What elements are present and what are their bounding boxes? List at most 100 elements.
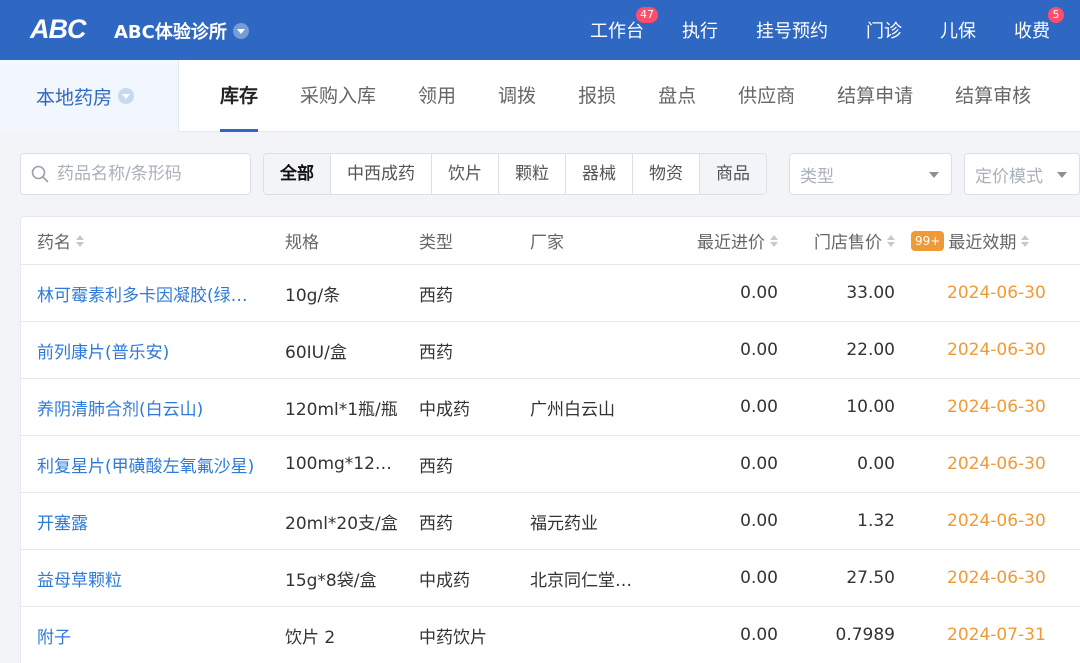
nav-appointment[interactable]: 挂号预约 — [756, 17, 828, 43]
category-chinese-western-medicine[interactable]: 中西成药 — [331, 154, 432, 194]
nav-label: 执行 — [682, 21, 718, 42]
drug-name-link-text: 益母草颗粒 — [37, 570, 122, 591]
cell-type-text: 中药饮片 — [419, 627, 487, 648]
cell-price-text: 33.00 — [846, 283, 895, 303]
cell-spec-text: 60IU/盒 — [285, 342, 347, 363]
sort-icon — [1021, 234, 1030, 247]
tab-loss-report[interactable]: 报损 — [578, 60, 616, 132]
cell-manufacturer — [530, 607, 650, 663]
drug-name-link[interactable]: 林可霉素利多卡因凝胶(绿… — [37, 265, 272, 321]
cell-type: 西药 — [419, 265, 519, 321]
tab-settlement-review[interactable]: 结算审核 — [955, 60, 1031, 132]
table-row[interactable]: 利复星片(甲磺酸左氧氟沙星) 100mg*12… 西药 0.00 0.00 2024-06… — [21, 436, 1080, 493]
cell-price: 22.00 — [791, 322, 895, 378]
tab-requisition[interactable]: 领用 — [418, 60, 456, 132]
nav-workbench[interactable]: 工作台 47 — [590, 7, 658, 43]
category-all[interactable]: 全部 — [264, 154, 331, 194]
cell-type: 西药 — [419, 493, 519, 549]
category-granules[interactable]: 颗粒 — [499, 154, 566, 194]
type-select-placeholder: 类型 — [800, 166, 834, 187]
cell-price: 0.7989 — [791, 607, 895, 663]
table-row[interactable]: 附子 饮片 2 中药饮片 0.00 0.7989 2024-07-31 — [21, 607, 1080, 663]
type-select[interactable]: 类型 — [789, 153, 952, 195]
cell-manufacturer-text: 广州白云山 — [530, 399, 615, 420]
nav-child-care[interactable]: 儿保 — [940, 17, 976, 43]
cell-cost-text: 0.00 — [740, 340, 778, 360]
tab-supplier[interactable]: 供应商 — [738, 60, 795, 132]
cell-spec: 15g*8袋/盒 — [285, 550, 407, 606]
cell-price: 27.50 — [791, 550, 895, 606]
chevron-down-icon — [232, 23, 249, 39]
category-decoction-pieces[interactable]: 饮片 — [432, 154, 499, 194]
pricing-mode-select[interactable]: 定价模式 — [964, 153, 1080, 195]
header-expiry[interactable]: 99+ 最近效期 — [911, 217, 1080, 264]
nav-label: 挂号预约 — [756, 21, 828, 42]
pricing-mode-placeholder: 定价模式 — [975, 166, 1043, 187]
cell-cost-text: 0.00 — [740, 454, 778, 474]
header-cost[interactable]: 最近进价 — [661, 217, 778, 264]
drug-name-link[interactable]: 开塞露 — [37, 493, 272, 549]
drug-name-link[interactable]: 附子 — [37, 607, 272, 663]
cell-expiry: 2024-06-30 — [911, 265, 1080, 321]
drug-name-link-text: 林可霉素利多卡因凝胶(绿… — [37, 285, 248, 306]
cell-spec-text: 20ml*20支/盒 — [285, 513, 398, 534]
pharmacy-name: 本地药房 — [36, 86, 113, 109]
clinic-switcher[interactable]: ABC体验诊所 — [114, 18, 249, 44]
category-goods[interactable]: 商品 — [700, 154, 766, 194]
nav-label: 工作台 — [590, 21, 644, 42]
table-row[interactable]: 林可霉素利多卡因凝胶(绿… 10g/条 西药 0.00 33.00 2024-06-30 — [21, 265, 1080, 322]
cell-price-text: 0.00 — [857, 454, 895, 474]
nav-outpatient[interactable]: 门诊 — [866, 17, 902, 43]
category-devices[interactable]: 器械 — [566, 154, 633, 194]
cell-expiry: 2024-06-30 — [911, 493, 1080, 549]
drug-name-link[interactable]: 养阴清肺合剂(白云山) — [37, 379, 272, 435]
header-label: 最近效期 — [948, 233, 1017, 253]
cell-cost: 0.00 — [661, 265, 778, 321]
cell-cost-text: 0.00 — [740, 568, 778, 588]
category-supplies[interactable]: 物资 — [633, 154, 700, 194]
category-filter: 全部 中西成药 饮片 颗粒 器械 物资 商品 — [263, 153, 767, 195]
nav-label: 收费 — [1014, 21, 1050, 42]
cell-type-text: 中成药 — [419, 399, 470, 420]
filter-bar: 全部 中西成药 饮片 颗粒 器械 物资 商品 类型 定价模式 — [20, 153, 1080, 195]
cell-cost: 0.00 — [661, 493, 778, 549]
table-row[interactable]: 养阴清肺合剂(白云山) 120ml*1瓶/瓶 中成药 广州白云山 0.00 10.00 20… — [21, 379, 1080, 436]
drug-name-link[interactable]: 前列康片(普乐安) — [37, 322, 272, 378]
header-name[interactable]: 药名 — [37, 217, 272, 264]
sort-icon — [76, 234, 84, 247]
tab-purchase-in[interactable]: 采购入库 — [300, 60, 376, 132]
tab-stocktake[interactable]: 盘点 — [658, 60, 696, 132]
table-row[interactable]: 开塞露 20ml*20支/盒 西药 福元药业 0.00 1.32 2024-06-30 — [21, 493, 1080, 550]
expiry-warning-badge[interactable]: 99+ — [911, 230, 945, 251]
table-row[interactable]: 益母草颗粒 15g*8袋/盒 中成药 北京同仁堂… 0.00 27.50 2024-06-3… — [21, 550, 1080, 607]
cell-type: 中药饮片 — [419, 607, 519, 663]
cell-expiry: 2024-06-30 — [911, 379, 1080, 435]
cell-price-text: 0.7989 — [835, 625, 895, 645]
cell-expiry-text: 2024-06-30 — [947, 511, 1046, 531]
cell-spec: 20ml*20支/盒 — [285, 493, 407, 549]
drug-name-link[interactable]: 益母草颗粒 — [37, 550, 272, 606]
header-price[interactable]: 门店售价 — [791, 217, 895, 264]
tab-transfer[interactable]: 调拨 — [498, 60, 536, 132]
cell-spec-text: 饮片 2 — [285, 627, 336, 648]
pharmacy-switcher[interactable]: 本地药房 — [0, 60, 179, 132]
cell-manufacturer: 广州白云山 — [530, 379, 650, 435]
sort-icon — [887, 234, 895, 247]
tab-settlement-request[interactable]: 结算申请 — [837, 60, 913, 132]
table-row[interactable]: 前列康片(普乐安) 60IU/盒 西药 0.00 22.00 2024-06-30 — [21, 322, 1080, 379]
cell-manufacturer-text: 福元药业 — [530, 513, 598, 534]
cell-expiry-text: 2024-06-30 — [947, 397, 1046, 417]
cell-cost-text: 0.00 — [740, 283, 778, 303]
cell-spec: 120ml*1瓶/瓶 — [285, 379, 407, 435]
search-input[interactable] — [57, 164, 237, 184]
cell-spec-text: 10g/条 — [285, 285, 341, 306]
search-box[interactable] — [20, 153, 251, 195]
cell-price: 1.32 — [791, 493, 895, 549]
cell-expiry-text: 2024-06-30 — [947, 568, 1046, 588]
tab-inventory[interactable]: 库存 — [220, 60, 259, 132]
nav-execute[interactable]: 执行 — [682, 17, 718, 43]
drug-name-link[interactable]: 利复星片(甲磺酸左氧氟沙星) — [37, 436, 272, 492]
notification-badge: 5 — [1048, 7, 1064, 23]
cell-price: 10.00 — [791, 379, 895, 435]
nav-billing[interactable]: 收费 5 — [1014, 7, 1064, 43]
